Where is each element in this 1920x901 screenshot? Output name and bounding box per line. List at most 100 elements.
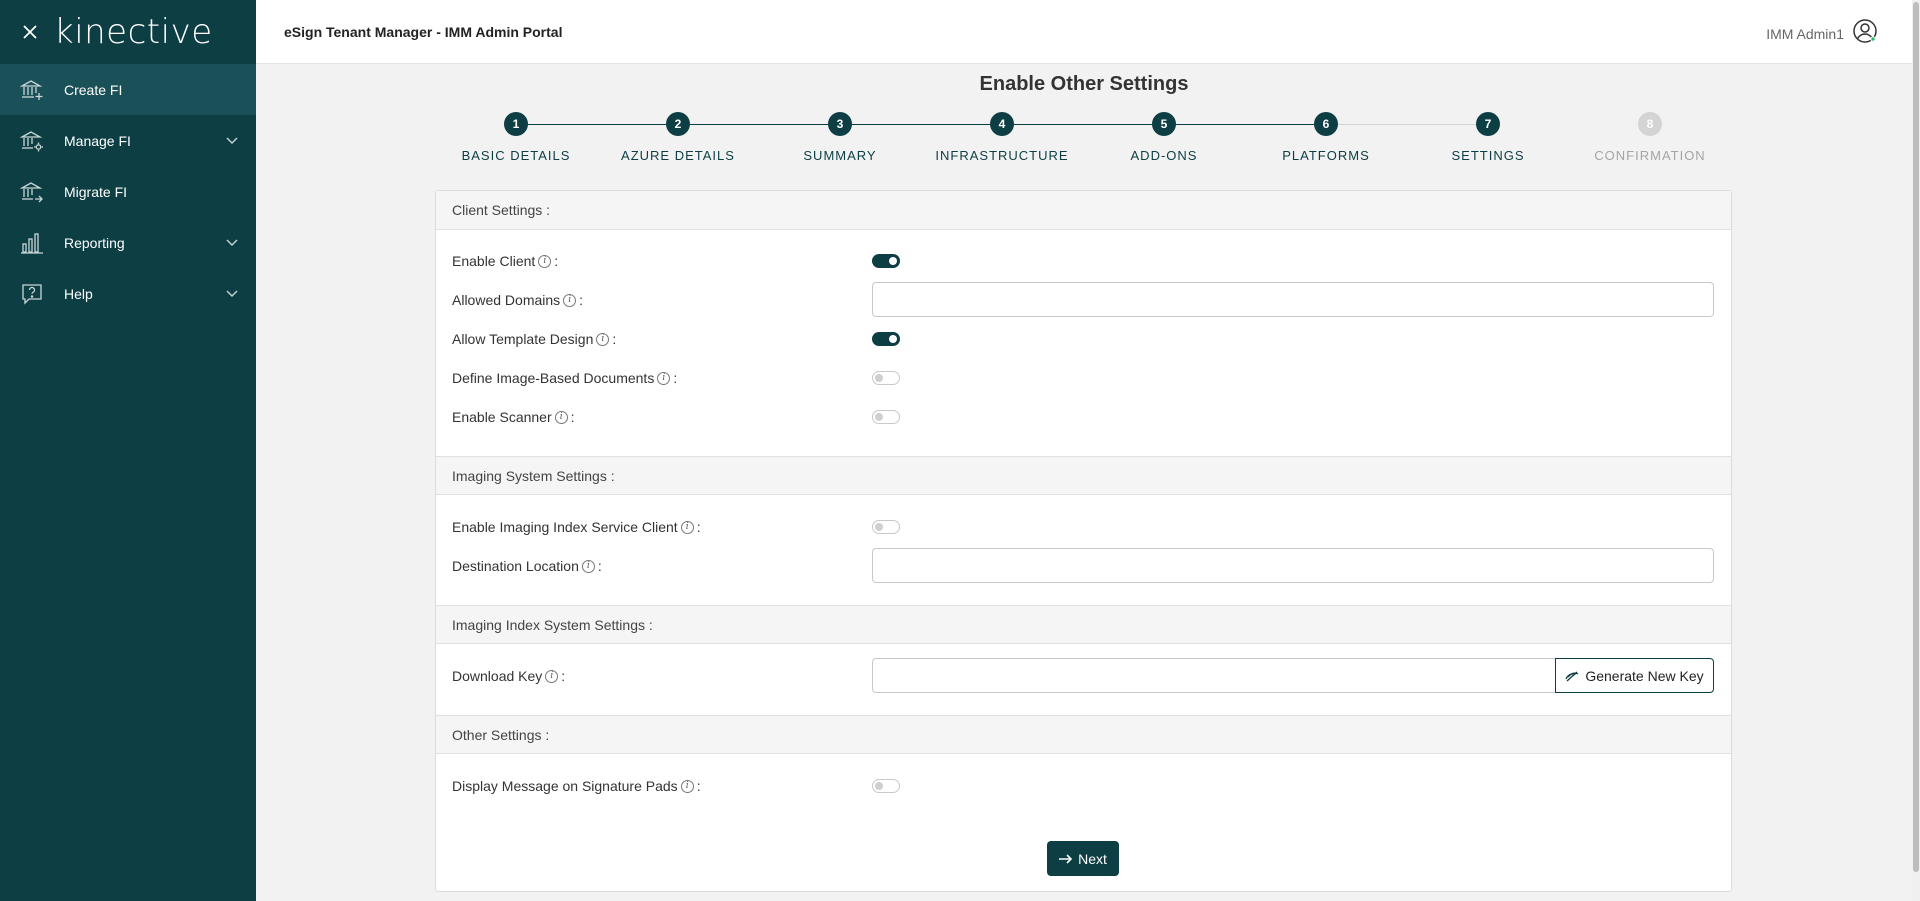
enable-imaging-index-toggle[interactable] [872, 520, 900, 534]
close-sidebar-button[interactable] [20, 22, 40, 42]
info-icon[interactable]: i [554, 410, 568, 424]
chevron-down-icon [224, 133, 240, 149]
label-colon: : [561, 668, 566, 684]
download-key-input[interactable] [872, 658, 1556, 693]
step-label: PLATFORMS [1282, 148, 1370, 163]
label-colon: : [612, 331, 617, 347]
step-label: SETTINGS [1451, 148, 1525, 163]
step-summary[interactable]: 3 SUMMARY [770, 112, 910, 163]
step-add-ons[interactable]: 5 ADD-ONS [1094, 112, 1234, 163]
sidebar-item-label: Reporting [64, 234, 125, 251]
wizard-stepper: 1 BASIC DETAILS 2 AZURE DETAILS 3 SUMMAR… [435, 112, 1705, 167]
step-number: 1 [504, 112, 528, 136]
label-colon: : [696, 519, 701, 535]
help-icon [20, 282, 44, 306]
settings-card: Client Settings : Enable Client i : Allo… [435, 190, 1732, 892]
bank-gear-icon [20, 129, 44, 153]
label-text: Destination Location [452, 558, 579, 574]
bank-arrow-icon [20, 180, 44, 204]
step-number: 6 [1314, 112, 1338, 136]
field-label: Define Image-Based Documents i : [452, 370, 677, 386]
key-icon [1565, 671, 1579, 681]
step-azure-details[interactable]: 2 AZURE DETAILS [608, 112, 748, 163]
sidebar-item-label: Help [64, 285, 93, 302]
bar-chart-icon [20, 231, 44, 255]
bank-plus-icon [20, 78, 44, 102]
info-icon[interactable]: i [680, 779, 694, 793]
allowed-domains-input[interactable] [872, 282, 1714, 317]
user-avatar-icon [1852, 18, 1878, 49]
step-platforms[interactable]: 6 PLATFORMS [1256, 112, 1396, 163]
label-text: Display Message on Signature Pads [452, 778, 678, 794]
label-colon: : [696, 778, 701, 794]
info-icon[interactable]: i [581, 559, 595, 573]
sidebar: kinective Create FI Manage FI Migrate FI… [0, 0, 256, 901]
step-number: 7 [1476, 112, 1500, 136]
step-number: 2 [666, 112, 690, 136]
top-header: eSign Tenant Manager - IMM Admin Portal … [256, 0, 1920, 64]
step-basic-details[interactable]: 1 BASIC DETAILS [446, 112, 586, 163]
step-label: AZURE DETAILS [621, 148, 735, 163]
row-allow-template-design: Allow Template Design i : [436, 321, 1731, 357]
step-settings[interactable]: 7 SETTINGS [1418, 112, 1558, 163]
label-text: Define Image-Based Documents [452, 370, 655, 386]
row-download-key: Download Key i : Generate New Key [436, 658, 1731, 694]
scrollbar-thumb[interactable] [1913, 2, 1919, 872]
field-label: Allowed Domains i : [452, 292, 583, 308]
sidebar-item-create-fi[interactable]: Create FI [0, 64, 256, 115]
field-label: Allow Template Design i : [452, 331, 616, 347]
label-colon: : [554, 253, 559, 269]
label-text: Allow Template Design [452, 331, 594, 347]
destination-location-input[interactable] [872, 548, 1714, 583]
info-icon[interactable]: i [657, 371, 671, 385]
label-text: Allowed Domains [452, 292, 561, 308]
step-label: CONFIRMATION [1594, 148, 1706, 163]
step-infrastructure[interactable]: 4 INFRASTRUCTURE [932, 112, 1072, 163]
info-icon[interactable]: i [538, 254, 552, 268]
kinective-logo: kinective [54, 12, 213, 52]
row-enable-client: Enable Client i : [436, 243, 1731, 279]
app-title: eSign Tenant Manager - IMM Admin Portal [284, 24, 563, 40]
enable-client-toggle[interactable] [872, 254, 900, 268]
label-text: Enable Scanner [452, 409, 552, 425]
user-name: IMM Admin1 [1766, 25, 1844, 42]
allow-template-design-toggle[interactable] [872, 332, 900, 346]
step-number: 8 [1638, 112, 1662, 136]
label-colon: : [579, 292, 584, 308]
enable-scanner-toggle[interactable] [872, 410, 900, 424]
row-allowed-domains: Allowed Domains i : [436, 282, 1731, 318]
row-define-image-based-documents: Define Image-Based Documents i : [436, 360, 1731, 396]
row-enable-imaging-index-service-client: Enable Imaging Index Service Client i : [436, 509, 1731, 545]
next-button[interactable]: Next [1047, 841, 1119, 876]
close-icon [23, 25, 37, 39]
section-header-other-settings: Other Settings : [436, 715, 1731, 754]
chevron-down-icon [224, 286, 240, 302]
info-icon[interactable]: i [545, 669, 559, 683]
step-label: INFRASTRUCTURE [935, 148, 1069, 163]
info-icon[interactable]: i [596, 332, 610, 346]
sidebar-item-label: Migrate FI [64, 183, 128, 200]
display-message-toggle[interactable] [872, 779, 900, 793]
info-icon[interactable]: i [563, 293, 577, 307]
sidebar-item-label: Create FI [64, 81, 123, 98]
step-number: 4 [990, 112, 1014, 136]
section-header-client-settings: Client Settings : [436, 191, 1731, 230]
step-label: BASIC DETAILS [461, 148, 571, 163]
label-colon: : [673, 370, 678, 386]
button-label: Next [1078, 850, 1107, 867]
sidebar-item-migrate-fi[interactable]: Migrate FI [0, 166, 256, 217]
step-label: SUMMARY [803, 148, 877, 163]
section-header-imaging-index-system-settings: Imaging Index System Settings : [436, 605, 1731, 644]
define-image-based-documents-toggle[interactable] [872, 371, 900, 385]
page-scrollbar[interactable] [1912, 0, 1920, 901]
button-label: Generate New Key [1585, 667, 1704, 684]
field-label: Download Key i : [452, 668, 565, 684]
page-title: Enable Other Settings [979, 73, 1189, 95]
sidebar-item-reporting[interactable]: Reporting [0, 217, 256, 268]
label-text: Enable Client [452, 253, 536, 269]
user-menu[interactable]: IMM Admin1 [1766, 18, 1878, 49]
generate-new-key-button[interactable]: Generate New Key [1555, 658, 1714, 693]
sidebar-item-help[interactable]: Help [0, 268, 256, 319]
sidebar-item-manage-fi[interactable]: Manage FI [0, 115, 256, 166]
info-icon[interactable]: i [680, 520, 694, 534]
